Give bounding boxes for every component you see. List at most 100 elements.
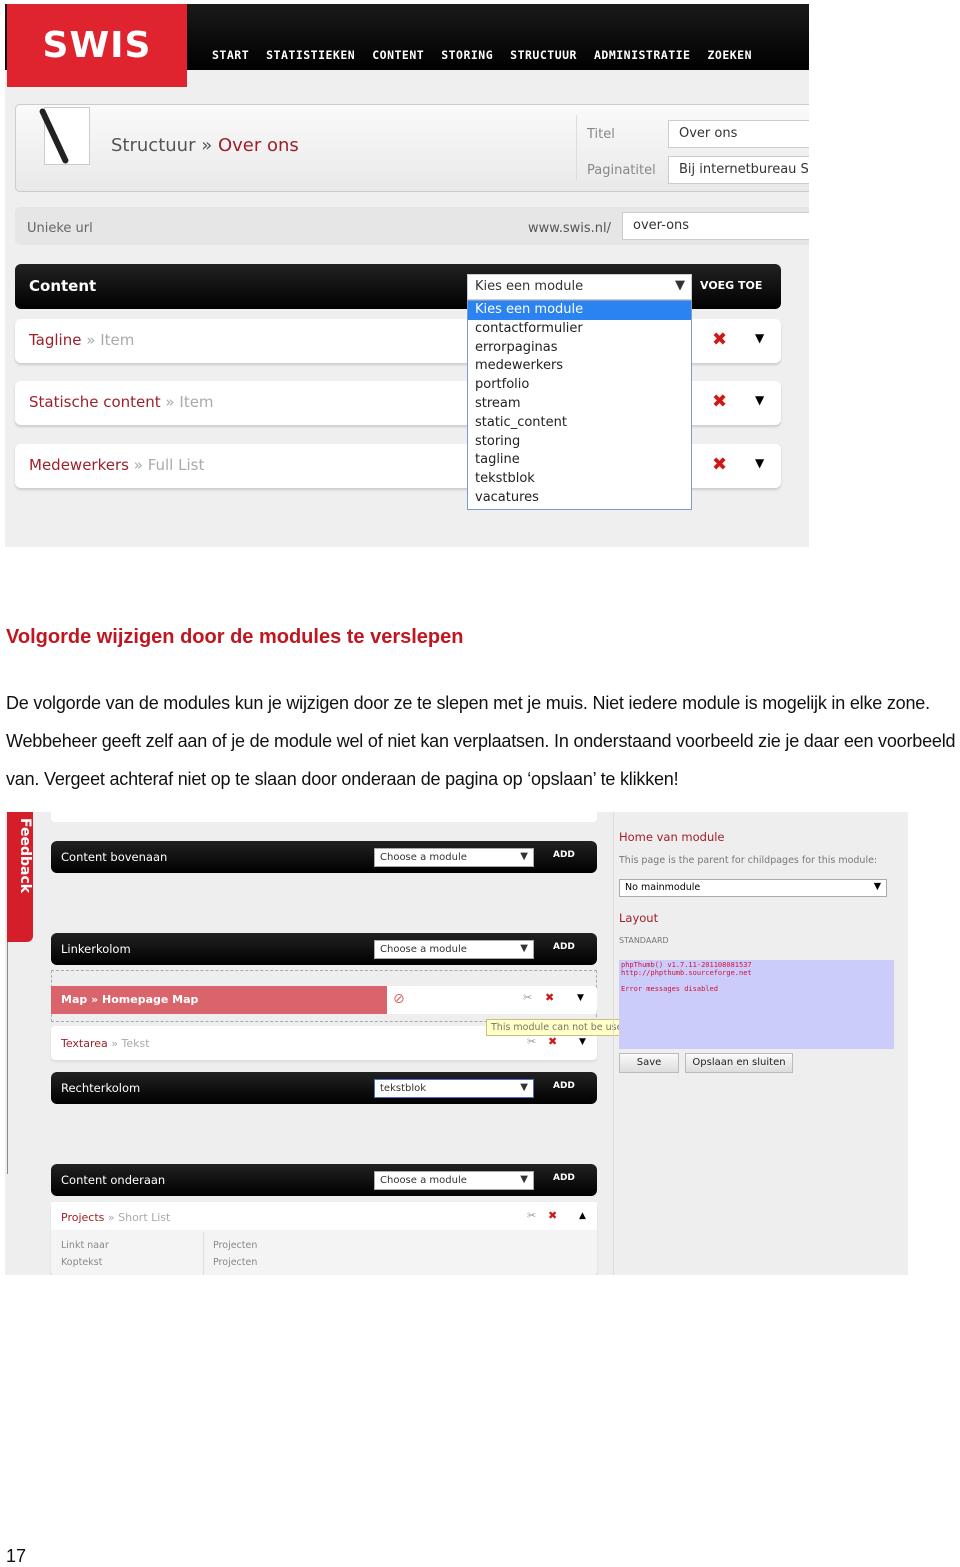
nav-statistieken[interactable]: STATISTIEKEN [266, 48, 355, 62]
module-type: Tekst [121, 1037, 150, 1050]
module-select[interactable]: tekstblok ▼ [374, 1079, 534, 1098]
breadcrumb: Structuur » Over ons [111, 135, 299, 156]
mainmodule-select[interactable]: No mainmodule ▼ [619, 879, 887, 897]
chevron-down-icon: ▼ [520, 943, 528, 954]
wrench-icon[interactable]: ✂ [523, 991, 532, 1004]
delete-icon[interactable]: ✖ [545, 991, 554, 1004]
chevron-down-icon[interactable]: ▼ [755, 393, 764, 407]
save-button[interactable]: Save [619, 1053, 679, 1073]
nav-content[interactable]: CONTENT [372, 48, 424, 62]
module-select[interactable]: Choose a module ▼ [374, 1171, 534, 1190]
main-nav: START STATISTIEKEN CONTENT STORING STRUC… [212, 48, 752, 62]
option[interactable]: portfolio [468, 376, 691, 395]
titel-label: Titel [587, 127, 615, 142]
url-prefix: www.swis.nl/ [528, 221, 611, 236]
option[interactable]: tekstblok [468, 470, 691, 489]
layout-value: STANDAARD [619, 936, 669, 945]
option[interactable]: contactformulier [468, 320, 691, 339]
nav-administratie[interactable]: ADMINISTRATIE [594, 48, 691, 62]
nav-structuur[interactable]: STRUCTUUR [510, 48, 577, 62]
module-settings-panel: Home van module This page is the parent … [613, 812, 908, 1275]
option[interactable]: tagline [468, 451, 691, 470]
detail-label: Koptekst [61, 1257, 103, 1268]
option[interactable]: static_content [468, 414, 691, 433]
module-select[interactable]: Kies een module ▼ [467, 274, 692, 300]
module-name: Projects [61, 1211, 105, 1224]
swis-logo[interactable]: SWIS [7, 4, 187, 87]
breadcrumb-parent[interactable]: Structuur [111, 135, 195, 156]
divider [576, 115, 577, 180]
url-label: Unieke url [27, 221, 93, 236]
body-paragraph: De volgorde van de modules kun je wijzig… [6, 693, 956, 789]
add-button[interactable]: ADD [553, 1081, 575, 1091]
zone-title: Content [29, 277, 97, 295]
chevron-down-icon[interactable]: ▼ [579, 1037, 586, 1047]
nav-storing[interactable]: STORING [441, 48, 493, 62]
zone-header: Rechterkolom tekstblok ▼ ADD [51, 1072, 597, 1104]
chevron-down-icon: ▼ [873, 881, 881, 892]
zone-header: Content bovenaan Choose a module ▼ ADD [51, 841, 597, 873]
delete-icon[interactable]: ✖ [548, 1209, 557, 1222]
delete-icon[interactable]: ✖ [548, 1035, 557, 1048]
zone-header: Linkerkolom Choose a module ▼ ADD [51, 933, 597, 965]
screenshot-module-dropdown: SWIS START STATISTIEKEN CONTENT STORING … [5, 4, 809, 547]
chevron-down-icon: ▼ [520, 1174, 528, 1185]
feedback-tab[interactable]: Feedback [7, 812, 33, 942]
wrench-icon[interactable]: ✂ [527, 1035, 536, 1048]
option[interactable]: storing [468, 433, 691, 452]
home-heading: Home van module [619, 830, 725, 844]
dragged-module-row[interactable]: Map » Homepage Map ⊘ ✂ ✖ ▼ [51, 986, 597, 1014]
nav-start[interactable]: START [212, 48, 249, 62]
titel-input[interactable]: Over ons [668, 120, 809, 148]
paginatitel-label: Paginatitel [587, 163, 656, 178]
module-select[interactable]: Choose a module ▼ [374, 940, 534, 959]
zone-title: Content bovenaan [61, 850, 168, 864]
page-header-box: Structuur » Over ons Titel Over ons Pagi… [15, 104, 809, 192]
page-number: 17 [6, 1546, 27, 1566]
paginatitel-input[interactable]: Bij internetbureau SWIS [668, 156, 809, 184]
chevron-down-icon: ▼ [520, 1082, 528, 1093]
not-allowed-icon: ⊘ [393, 991, 405, 1007]
delete-icon[interactable]: ✖ [712, 329, 727, 350]
wrench-icon[interactable]: ✂ [527, 1209, 536, 1222]
save-and-close-button[interactable]: Opslaan en sluiten [685, 1053, 793, 1073]
layout-thumbnail: phpThumb() v1.7.11-201108081537 http://ph… [619, 960, 894, 1049]
detail-value: Projecten [213, 1240, 258, 1251]
module-type: Full List [147, 456, 205, 474]
nav-zoeken[interactable]: ZOEKEN [707, 48, 752, 62]
chevron-down-icon[interactable]: ▼ [755, 456, 764, 470]
option[interactable]: vacatures [468, 489, 691, 508]
option[interactable]: stream [468, 395, 691, 414]
chevron-down-icon[interactable]: ▼ [577, 993, 584, 1003]
breadcrumb-current: Over ons [217, 135, 299, 156]
add-module-button[interactable]: VOEG TOE [700, 279, 762, 292]
module-dropdown-list: Kies een module contactformulier errorpa… [467, 300, 692, 510]
option[interactable]: Kies een module [468, 301, 691, 320]
delete-icon[interactable]: ✖ [712, 391, 727, 412]
module-name: Textarea [61, 1037, 108, 1050]
zone-header: Content onderaan Choose a module ▼ ADD [51, 1164, 597, 1196]
dragged-module-label: Map » Homepage Map [51, 986, 387, 1014]
delete-icon[interactable]: ✖ [712, 454, 727, 475]
url-input[interactable]: over-ons [622, 212, 809, 240]
zone-title: Linkerkolom [61, 942, 131, 956]
layout-heading: Layout [619, 911, 659, 925]
chevron-down-icon: ▼ [675, 278, 685, 293]
module-name: Tagline [29, 331, 82, 349]
chevron-down-icon[interactable]: ▼ [755, 331, 764, 345]
add-button[interactable]: ADD [553, 942, 575, 952]
url-bar: Unieke url www.swis.nl/ over-ons [15, 207, 809, 245]
breadcrumb-separator: » [201, 135, 213, 156]
select-value: Kies een module [475, 279, 584, 294]
option[interactable]: errorpaginas [468, 339, 691, 358]
module-row-expanded[interactable]: Projects » Short List ✂ ✖ ▲ Linkt naar P… [51, 1202, 597, 1275]
module-row [51, 812, 597, 822]
module-select[interactable]: Choose a module ▼ [374, 848, 534, 867]
add-button[interactable]: ADD [553, 1173, 575, 1183]
add-button[interactable]: ADD [553, 850, 575, 860]
document-pen-icon [38, 107, 90, 165]
chevron-up-icon[interactable]: ▲ [579, 1211, 586, 1221]
option[interactable]: medewerkers [468, 357, 691, 376]
section-heading: Volgorde wijzigen door de modules te ver… [6, 626, 464, 648]
screenshot-drag-modules: Feedback Content bovenaan Choose a modul… [5, 812, 908, 1275]
